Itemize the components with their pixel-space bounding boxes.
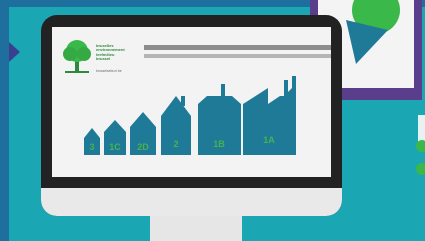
- class-label: 2: [173, 139, 178, 149]
- class-label: 3: [89, 142, 94, 152]
- class-label: 1B: [213, 139, 225, 149]
- building-2-chimney: [181, 96, 185, 106]
- class-label: 1A: [263, 135, 275, 145]
- class-label: 1C: [109, 142, 121, 152]
- class-label: 2D: [137, 142, 149, 152]
- building-1b-chimney: [221, 84, 225, 97]
- energy-class-buildings: 3 1C 2D 2 1B 1A: [84, 76, 296, 155]
